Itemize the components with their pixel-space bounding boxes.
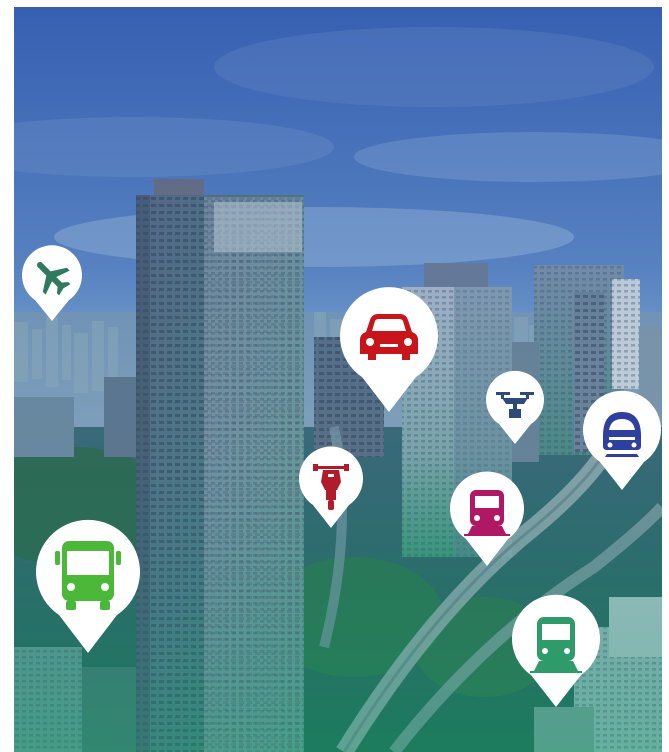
bus-icon [55,541,121,610]
car-pin[interactable] [340,287,438,414]
tram-pin[interactable] [450,471,524,568]
train-pin[interactable] [512,594,600,709]
drone-pin[interactable] [486,370,544,446]
airplane-pin[interactable] [22,245,83,323]
bullet-train-pin[interactable] [583,390,661,492]
scooter-pin[interactable] [299,446,363,530]
tram-icon [464,490,510,536]
city-transport-image [14,7,662,752]
bus-pin[interactable] [35,519,140,655]
train-icon [530,617,582,673]
